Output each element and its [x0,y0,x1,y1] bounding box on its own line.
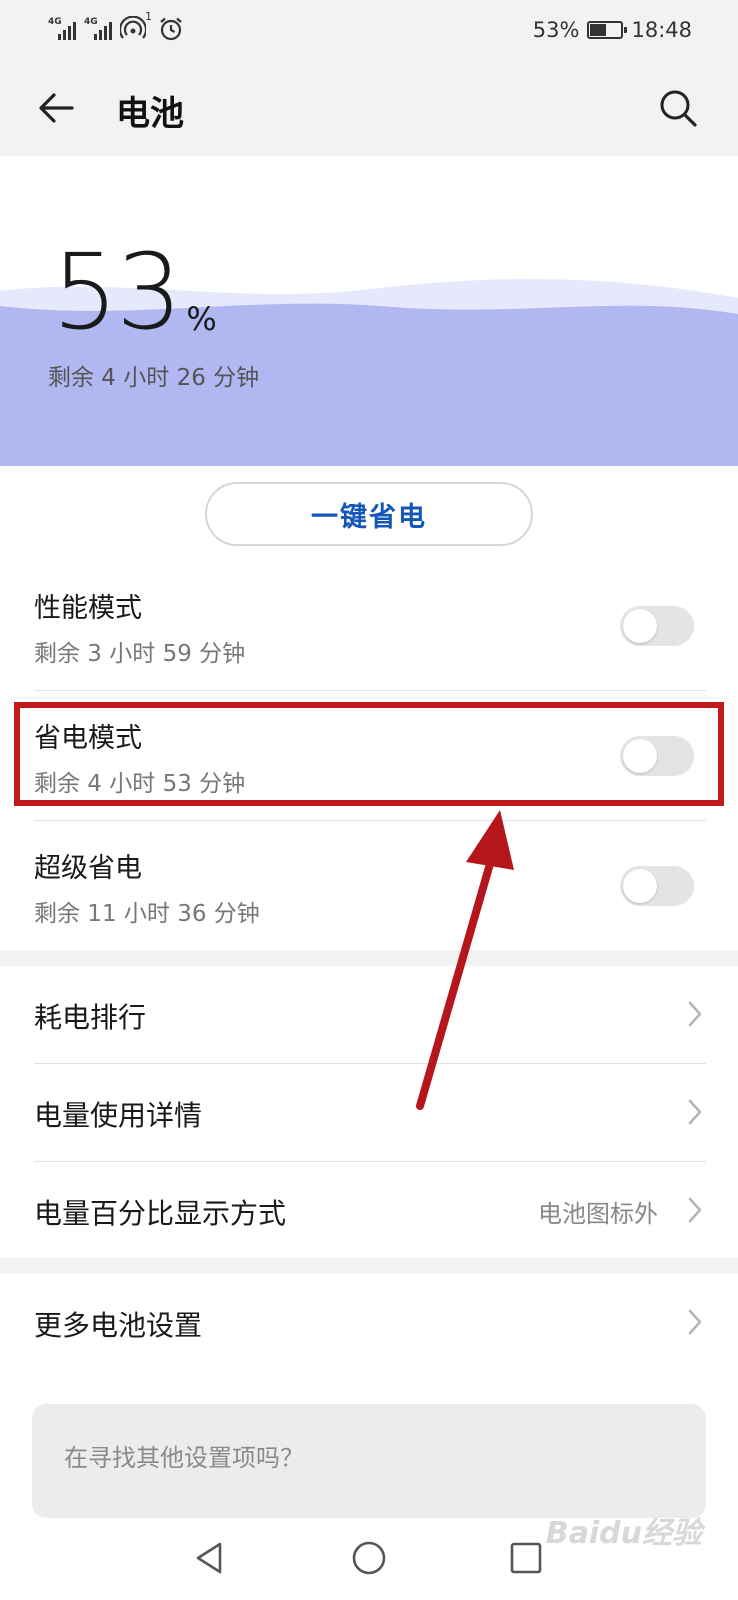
mode-title: 超级省电 [34,853,142,884]
app-bar: 电池 [0,60,738,156]
chevron-right-icon [688,1197,702,1223]
mode-row-ultra-saving[interactable]: 超级省电 剩余 11 小时 36 分钟 [0,822,738,952]
one-key-save-button[interactable]: 一键省电 [205,482,533,546]
list-item-power-ranking[interactable]: 耗电排行 [0,966,738,1063]
hotspot-count: 1 [145,10,152,23]
mode-remaining: 剩余 11 小时 36 分钟 [34,901,260,927]
battery-settings-list: 耗电排行 电量使用详情 电量百分比显示方式 电池图标外 [0,966,738,1258]
battery-percent-number: 53 [52,231,182,353]
signal-icon: 4G [84,18,112,40]
annotation-arrow-icon [416,810,514,1110]
performance-mode-toggle[interactable] [620,606,694,646]
battery-percentage: 53 % [52,240,217,344]
list-item-more-battery-settings[interactable]: 更多电池设置 [0,1274,738,1374]
chevron-right-icon [688,1099,702,1125]
list-item-title: 电量使用详情 [34,1099,203,1132]
mode-title: 性能模式 [34,593,142,624]
battery-percent-text: 53% [532,18,580,42]
signal-icon: 4G [48,18,76,40]
battery-percent-sign: % [186,300,217,338]
divider [34,690,706,691]
more-settings-section: 更多电池设置 在寻找其他设置项吗？ [0,1274,738,1518]
alarm-icon [158,16,184,42]
mode-remaining: 剩余 3 小时 59 分钟 [34,641,246,667]
battery-remaining-time: 剩余 4 小时 26 分钟 [48,365,260,391]
square-recents-icon[interactable] [506,1538,546,1578]
list-item-title: 耗电排行 [34,1001,147,1034]
clock: 18:48 [631,18,692,42]
search-suggestion-card[interactable]: 在寻找其他设置项吗？ [32,1404,706,1518]
mode-row-performance[interactable]: 性能模式 剩余 3 小时 59 分钟 [0,562,738,692]
back-arrow-icon[interactable] [34,86,78,130]
page-title: 电池 [116,94,184,134]
search-suggestion-text: 在寻找其他设置项吗？ [64,1444,304,1472]
battery-hero: 53 % 剩余 4 小时 26 分钟 [0,156,738,466]
status-bar: 4G 4G 1 53% 18:48 [0,0,738,60]
list-item-title: 电量百分比显示方式 [34,1197,287,1230]
status-left-icons: 4G 4G 1 [48,10,184,44]
circle-home-icon[interactable] [349,1538,389,1578]
list-item-percentage-display[interactable]: 电量百分比显示方式 电池图标外 [0,1162,738,1259]
watermark-logo: Baidu经验 [545,1516,702,1551]
battery-icon [587,21,628,39]
chevron-right-icon [688,1001,702,1027]
status-right: 53% 18:48 [533,14,692,46]
list-item-title: 更多电池设置 [34,1309,203,1342]
triangle-back-icon[interactable] [190,1538,230,1578]
search-icon[interactable] [656,86,700,130]
list-item-usage-details[interactable]: 电量使用详情 [0,1064,738,1161]
annotation-highlight-box [14,702,724,806]
hotspot-icon: 1 [118,10,152,42]
chevron-right-icon [688,1309,702,1335]
divider [34,820,706,821]
ultra-saving-mode-toggle[interactable] [620,866,694,906]
list-item-value: 电池图标外 [538,1200,658,1228]
